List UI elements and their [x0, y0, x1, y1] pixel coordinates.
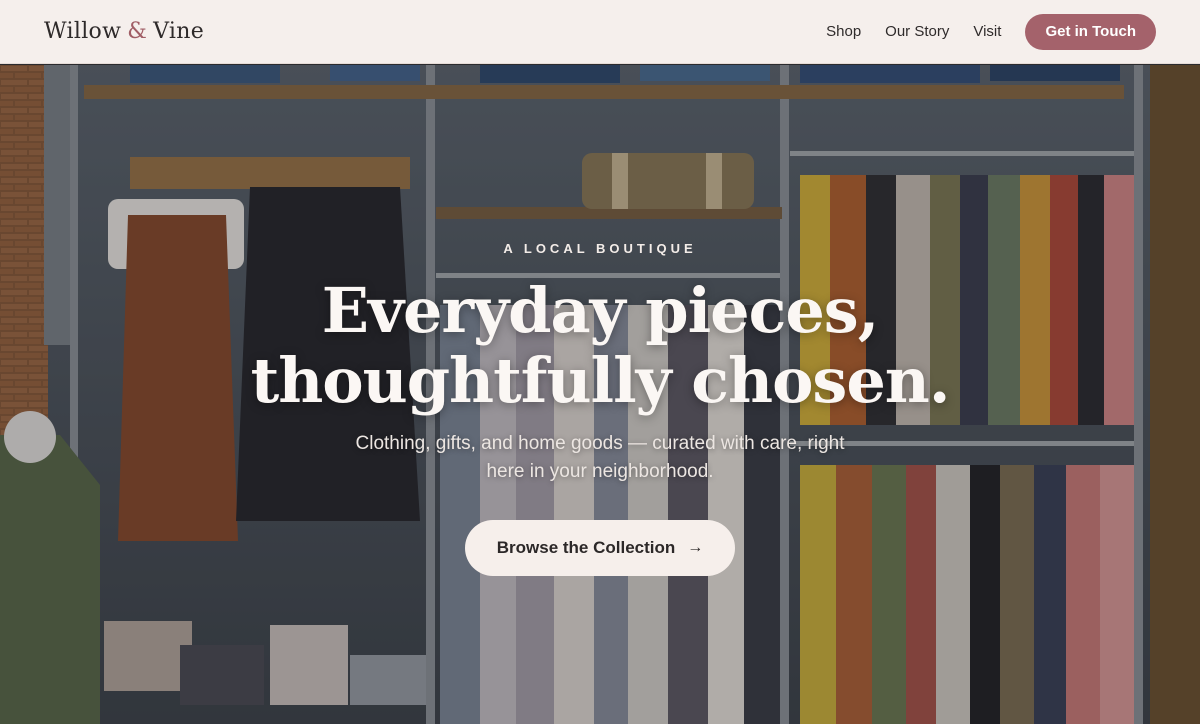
brand-name-second: Vine — [153, 19, 205, 44]
hero-headline-line2: thoughtfully chosen. — [250, 344, 951, 417]
main-nav: Shop Our Story Visit Get in Touch — [802, 13, 1156, 50]
brand-ampersand: & — [127, 19, 148, 44]
hero-eyebrow: A LOCAL BOUTIQUE — [503, 241, 697, 256]
hero-content: A LOCAL BOUTIQUE Everyday pieces, though… — [0, 65, 1200, 724]
hero-headline: Everyday pieces, thoughtfully chosen. — [250, 274, 951, 417]
brand-name-first: Willow — [44, 19, 122, 44]
get-in-touch-button[interactable]: Get in Touch — [1025, 13, 1156, 50]
browse-collection-button[interactable]: Browse the Collection → — [464, 520, 736, 576]
site-header: Willow & Vine Shop Our Story Visit Get in … — [0, 0, 1200, 64]
nav-link-visit[interactable]: Visit — [973, 23, 1001, 40]
arrow-right-icon: → — [687, 539, 704, 556]
hero-headline-line1: Everyday pieces, — [321, 274, 880, 347]
hero-section: A LOCAL BOUTIQUE Everyday pieces, though… — [0, 65, 1200, 724]
browse-collection-label: Browse the Collection — [496, 538, 676, 557]
brand-logo[interactable]: Willow & Vine — [44, 19, 204, 44]
nav-link-our-story[interactable]: Our Story — [885, 23, 949, 40]
hero-subtext: Clothing, gifts, and home goods — curate… — [355, 433, 845, 482]
nav-link-shop[interactable]: Shop — [826, 23, 861, 40]
